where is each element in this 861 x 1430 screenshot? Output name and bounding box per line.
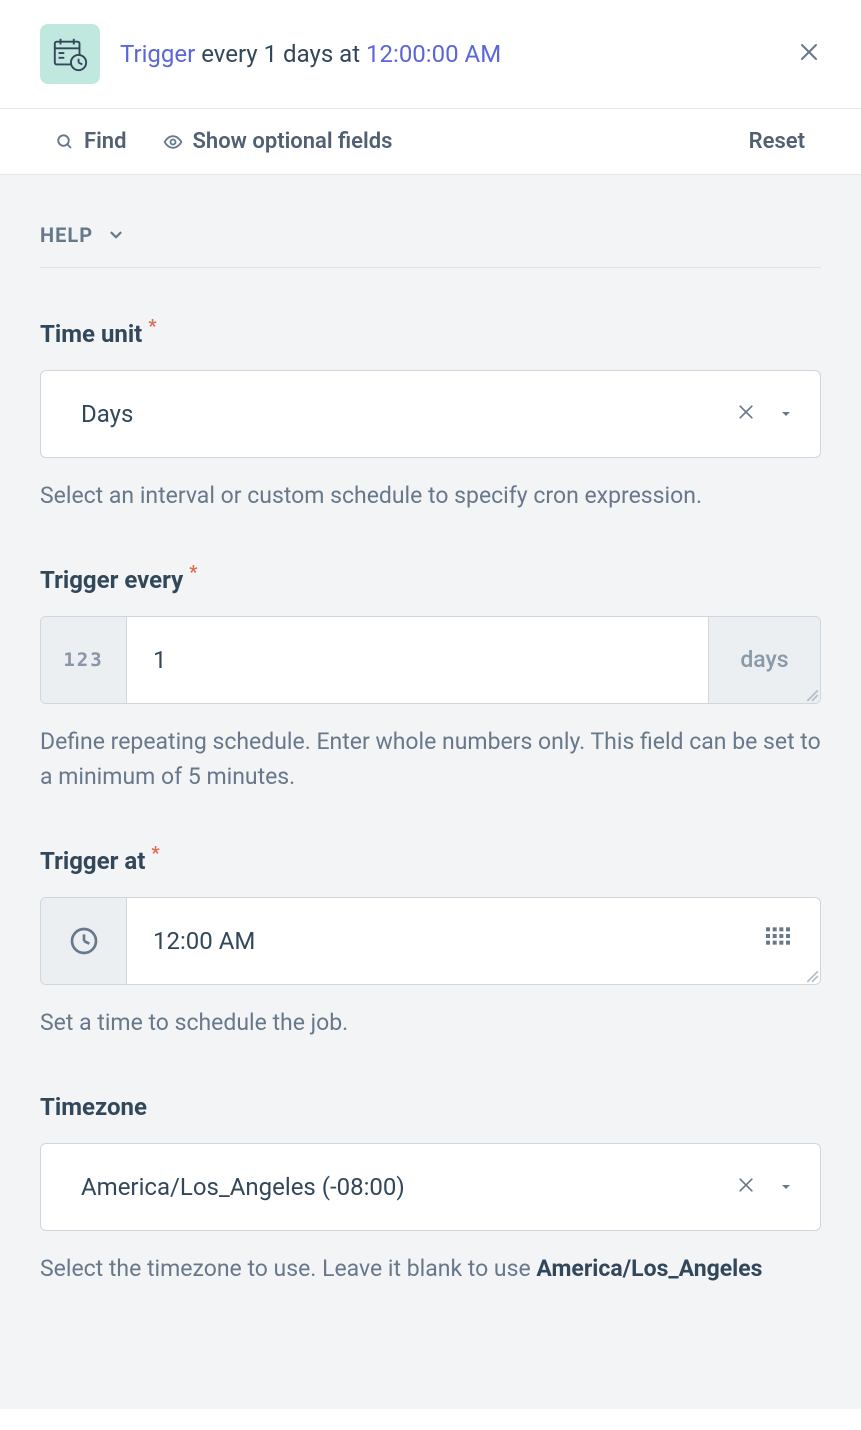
reset-button[interactable]: Reset (749, 129, 805, 154)
timezone-label-text: Timezone (40, 1093, 147, 1121)
trigger-every-input-group: 123 1 days (40, 616, 821, 704)
timezone-caret[interactable] (778, 1173, 794, 1201)
timezone-select[interactable]: America/Los_Angeles (-08:00) (40, 1143, 821, 1231)
dialog-title: Trigger every 1 days at 12:00:00 AM (120, 40, 501, 68)
required-indicator: * (189, 562, 197, 583)
time-type-indicator (41, 898, 127, 984)
eye-icon (163, 132, 183, 152)
field-time-unit: Time unit * Days Select an interval or c… (40, 320, 821, 514)
timezone-help-default: America/Los_Angeles (536, 1255, 762, 1282)
trigger-every-label-text: Trigger every (40, 566, 183, 594)
field-trigger-at: Trigger at * 12:00 AM Set a time to sche… (40, 847, 821, 1041)
trigger-at-label: Trigger at * (40, 847, 821, 875)
timezone-label: Timezone (40, 1093, 821, 1121)
field-trigger-every: Trigger every * 123 1 days Define repeat… (40, 566, 821, 795)
clock-icon (68, 925, 100, 957)
find-button[interactable]: Find (56, 129, 127, 154)
toolbar: Find Show optional fields Reset (0, 109, 861, 175)
caret-down-icon (778, 406, 794, 422)
time-unit-label: Time unit * (40, 320, 821, 348)
trigger-every-value: 1 (153, 646, 167, 674)
trigger-at-input-group: 12:00 AM (40, 897, 821, 985)
trigger-at-label-text: Trigger at (40, 847, 145, 875)
trigger-every-input[interactable]: 1 (127, 617, 708, 703)
search-icon (56, 133, 74, 151)
chevron-down-icon (107, 226, 125, 244)
caret-down-icon (778, 1179, 794, 1195)
trigger-at-input[interactable]: 12:00 AM (127, 898, 820, 984)
timezone-help-prefix: Select the timezone to use. Leave it bla… (40, 1255, 536, 1282)
time-unit-select[interactable]: Days (40, 370, 821, 458)
timezone-help: Select the timezone to use. Leave it bla… (40, 1251, 821, 1287)
timezone-clear-button[interactable] (736, 1173, 756, 1201)
field-timezone: Timezone America/Los_Angeles (-08:00) Se… (40, 1093, 821, 1287)
dialog-title-trigger-link[interactable]: Trigger (120, 40, 195, 68)
trigger-every-suffix: days (708, 617, 820, 703)
grid-icon (762, 922, 794, 954)
close-icon (797, 40, 821, 64)
close-icon (736, 402, 756, 422)
timezone-value: America/Los_Angeles (-08:00) (81, 1173, 736, 1201)
required-indicator: * (148, 316, 156, 337)
time-unit-label-text: Time unit (40, 320, 142, 348)
time-unit-clear-button[interactable] (736, 400, 756, 428)
trigger-at-help: Set a time to schedule the job. (40, 1005, 821, 1041)
help-label: HELP (40, 223, 93, 247)
trigger-at-value: 12:00 AM (153, 927, 255, 955)
time-unit-value: Days (81, 400, 736, 428)
find-label: Find (84, 129, 127, 154)
trigger-every-label: Trigger every * (40, 566, 821, 594)
form-body: HELP Time unit * Days Select an interval… (0, 175, 861, 1409)
help-toggle[interactable]: HELP (40, 223, 821, 268)
show-optional-fields-button[interactable]: Show optional fields (163, 129, 393, 154)
time-unit-caret[interactable] (778, 400, 794, 428)
show-optional-fields-label: Show optional fields (193, 129, 393, 154)
required-indicator: * (151, 843, 159, 864)
schedule-icon (40, 24, 100, 84)
trigger-every-help: Define repeating schedule. Enter whole n… (40, 724, 821, 795)
close-button[interactable] (797, 40, 821, 68)
time-unit-help: Select an interval or custom schedule to… (40, 478, 821, 514)
dialog-title-time-link[interactable]: 12:00:00 AM (366, 40, 501, 68)
data-picker-button[interactable] (762, 922, 794, 960)
close-icon (736, 1175, 756, 1195)
dialog-header: Trigger every 1 days at 12:00:00 AM (0, 0, 861, 109)
numeric-type-indicator: 123 (41, 617, 127, 703)
digits-icon: 123 (63, 649, 103, 671)
dialog-title-middle: every 1 days at (201, 40, 360, 68)
